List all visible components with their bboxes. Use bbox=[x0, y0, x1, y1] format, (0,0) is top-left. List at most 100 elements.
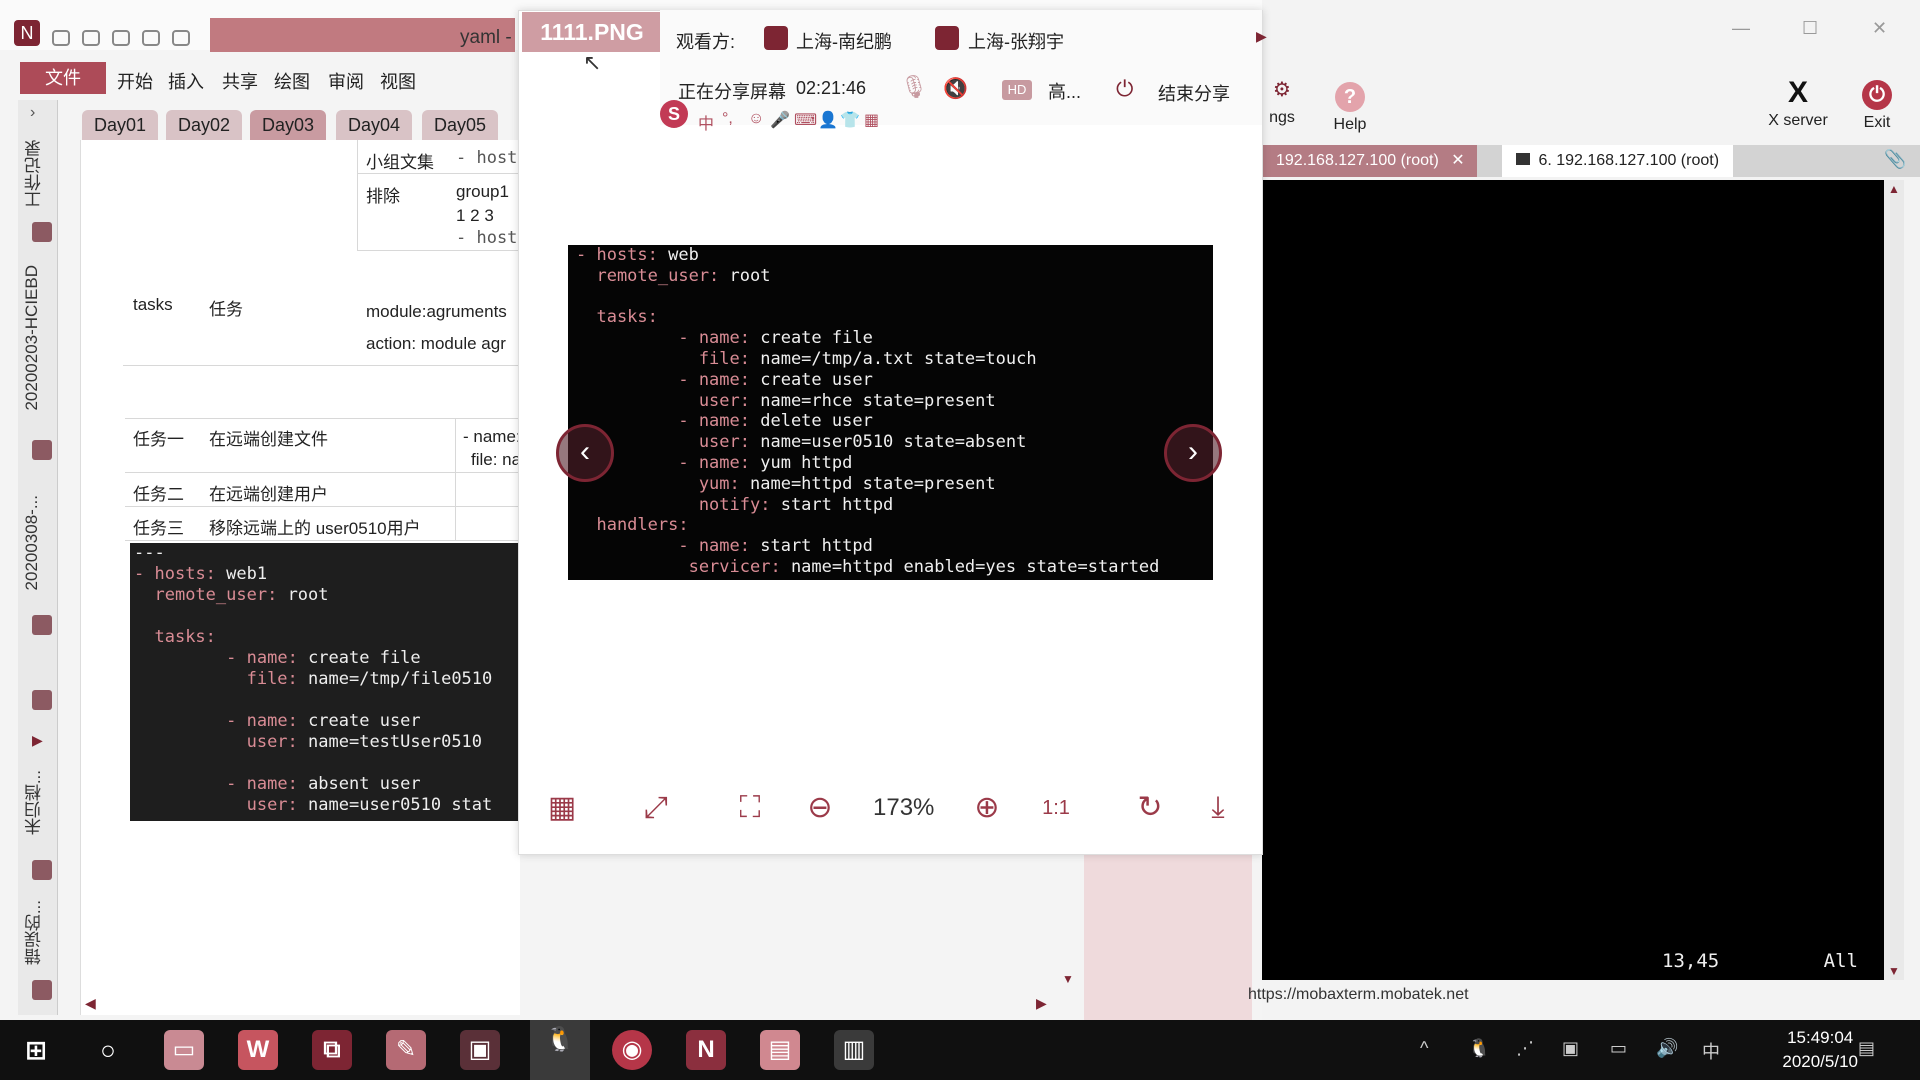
volume-icon[interactable]: 🔊 bbox=[1656, 1038, 1678, 1059]
sidebar-item-errors[interactable]: 错误的... bbox=[22, 900, 47, 965]
zoom-in-icon[interactable]: ⊕ bbox=[967, 788, 1007, 828]
previous-image-button[interactable]: ‹ bbox=[556, 424, 614, 482]
remote-desktop-icon[interactable]: ▣ bbox=[460, 1030, 500, 1070]
chevron-up-icon[interactable]: ^ bbox=[1420, 1038, 1428, 1059]
minimize-icon[interactable]: — bbox=[1732, 18, 1750, 39]
tab-session-5[interactable]: 192.168.127.100 (root) ✕ bbox=[1262, 145, 1477, 177]
chevron-right-icon[interactable]: ▶ bbox=[1256, 28, 1267, 45]
scroll-left-icon[interactable]: ◀ bbox=[85, 995, 96, 1012]
windows-start-icon[interactable]: ⊞ bbox=[16, 1030, 56, 1070]
tab-day03[interactable]: Day03 bbox=[250, 110, 327, 140]
power-icon[interactable]: ⏻ bbox=[1116, 76, 1133, 102]
notification-icon[interactable]: ▤ bbox=[1858, 1038, 1875, 1059]
notes-icon[interactable]: ▤ bbox=[760, 1030, 800, 1070]
exit-button[interactable]: ⏻ Exit bbox=[1852, 80, 1902, 132]
close-icon[interactable]: ✕ bbox=[1872, 18, 1887, 39]
sidebar-item-work-log[interactable]: 工作记录 bbox=[22, 140, 47, 208]
virtual-machine-icon[interactable]: ⧉ bbox=[312, 1030, 352, 1070]
xserver-button[interactable]: X X server bbox=[1758, 78, 1838, 130]
system-clock[interactable]: 15:49:04 2020/5/10 bbox=[1782, 1026, 1858, 1074]
paperclip-icon[interactable]: 📎 bbox=[1884, 149, 1906, 170]
screen-share-tray-icon[interactable]: ▣ bbox=[1562, 1038, 1579, 1059]
code-token: web1 bbox=[226, 564, 268, 584]
view-icon[interactable] bbox=[142, 30, 160, 46]
menu-draw[interactable]: 绘图 bbox=[274, 68, 310, 94]
code-token: notify: bbox=[576, 494, 771, 515]
voice-icon[interactable]: 🎤 bbox=[770, 110, 790, 130]
code-token: name=user0510 stat bbox=[308, 795, 493, 815]
fit-screen-icon[interactable]: ⤢ bbox=[636, 788, 676, 828]
emoji-icon[interactable]: ☺ bbox=[748, 110, 764, 128]
toolbox-icon[interactable]: ▦ bbox=[864, 110, 879, 130]
ime-chinese-mode[interactable]: 中 bbox=[698, 110, 714, 134]
maximize-icon[interactable]: ☐ bbox=[1802, 18, 1818, 39]
table-cell: 任务二 bbox=[133, 485, 184, 504]
redo-icon[interactable] bbox=[172, 30, 190, 46]
ime-logo-icon[interactable]: S bbox=[660, 100, 688, 128]
terminal-scrollbar[interactable]: ▲ ▼ bbox=[1884, 180, 1904, 980]
power-icon: ⏻ bbox=[1862, 80, 1892, 110]
sidebar-item-20200308[interactable]: 20200308-... bbox=[22, 495, 42, 590]
scroll-down-icon[interactable]: ▼ bbox=[1062, 972, 1074, 986]
exit-label: Exit bbox=[1863, 114, 1891, 131]
undo-icon[interactable] bbox=[82, 30, 100, 46]
rotate-icon[interactable]: ↻ bbox=[1130, 788, 1170, 828]
menu-file[interactable]: 文件 bbox=[20, 62, 106, 94]
back-icon[interactable] bbox=[52, 30, 70, 46]
onenote-icon[interactable]: N bbox=[686, 1030, 726, 1070]
paint-icon[interactable]: ✎ bbox=[386, 1030, 426, 1070]
yaml-code-block[interactable]: --- - hosts: web1 remote_user: root task… bbox=[130, 543, 520, 821]
sidebar-item-hciebd[interactable]: 20200203-HCIEBD bbox=[22, 265, 42, 411]
help-button[interactable]: ? Help bbox=[1320, 82, 1380, 134]
hd-badge[interactable]: HD bbox=[1002, 80, 1032, 100]
tab-day05[interactable]: Day05 bbox=[422, 110, 499, 140]
zoom-out-icon[interactable]: ⊖ bbox=[800, 788, 840, 828]
section-icon bbox=[32, 980, 52, 1000]
firefox-icon[interactable]: ◉ bbox=[612, 1030, 652, 1070]
fullscreen-icon[interactable]: ⛶ bbox=[730, 788, 770, 828]
qq-icon[interactable]: 🐧 bbox=[530, 1020, 590, 1080]
close-tab-icon[interactable]: ✕ bbox=[1451, 152, 1464, 169]
microphone-icon[interactable]: 🎙 bbox=[900, 74, 928, 100]
table-cell: 排除 bbox=[366, 187, 400, 206]
actual-size-icon[interactable]: 1:1 bbox=[1036, 788, 1076, 828]
menu-view[interactable]: 视图 bbox=[380, 68, 416, 94]
battery-icon[interactable]: ▭ bbox=[1610, 1038, 1627, 1059]
word-icon[interactable]: W bbox=[238, 1030, 278, 1070]
scroll-down-icon[interactable]: ▼ bbox=[1888, 964, 1900, 978]
mobaxterm-icon[interactable]: ▥ bbox=[834, 1030, 874, 1070]
ime-indicator[interactable]: 中 bbox=[1702, 1038, 1720, 1064]
keyboard-icon[interactable]: ⌨ bbox=[794, 110, 817, 130]
quality-label[interactable]: 高... bbox=[1048, 78, 1081, 104]
tab-day02[interactable]: Day02 bbox=[166, 110, 243, 140]
settings-button[interactable]: ⚙ ngs bbox=[1262, 75, 1302, 127]
download-icon[interactable]: ⤓ bbox=[1198, 788, 1238, 828]
tab-day01[interactable]: Day01 bbox=[82, 110, 159, 140]
menu-home[interactable]: 开始 bbox=[117, 68, 153, 94]
next-image-button[interactable]: › bbox=[1164, 424, 1222, 482]
tab-day04[interactable]: Day04 bbox=[336, 110, 413, 140]
user-icon[interactable]: 👤 bbox=[818, 110, 838, 130]
menu-review[interactable]: 审阅 bbox=[328, 68, 364, 94]
scroll-up-icon[interactable]: ▲ bbox=[1888, 182, 1900, 196]
expand-icon[interactable]: ▶ bbox=[32, 732, 43, 749]
thumbnails-icon[interactable]: ▦ bbox=[542, 788, 582, 828]
wifi-icon[interactable]: ⋰ bbox=[1516, 1038, 1534, 1059]
status-url[interactable]: https://mobaxterm.mobatek.net bbox=[1248, 986, 1469, 1003]
file-explorer-icon[interactable]: ▭ bbox=[164, 1030, 204, 1070]
punctuation-icon[interactable]: °, bbox=[722, 110, 733, 128]
image-viewer-title[interactable]: 1111.PNG bbox=[522, 12, 662, 52]
tab-session-6[interactable]: 6. 192.168.127.100 (root) bbox=[1502, 145, 1734, 177]
skin-icon[interactable]: 👕 bbox=[840, 110, 860, 130]
menu-insert[interactable]: 插入 bbox=[168, 68, 204, 94]
terminal-screen[interactable]: 13,45 All bbox=[1262, 180, 1884, 980]
sidebar-item-unfiled[interactable]: 未归档... bbox=[22, 770, 47, 835]
speaker-muted-icon[interactable]: 🔇 bbox=[943, 76, 968, 101]
scroll-right-icon[interactable]: ▶ bbox=[1036, 995, 1047, 1012]
end-share-button[interactable]: 结束分享 bbox=[1158, 80, 1230, 106]
search-icon[interactable]: ○ bbox=[88, 1030, 128, 1070]
chevron-right-icon[interactable]: › bbox=[30, 104, 35, 122]
dock-icon[interactable] bbox=[112, 30, 130, 46]
qq-tray-icon[interactable]: 🐧 bbox=[1468, 1038, 1490, 1059]
menu-share[interactable]: 共享 bbox=[222, 68, 258, 94]
